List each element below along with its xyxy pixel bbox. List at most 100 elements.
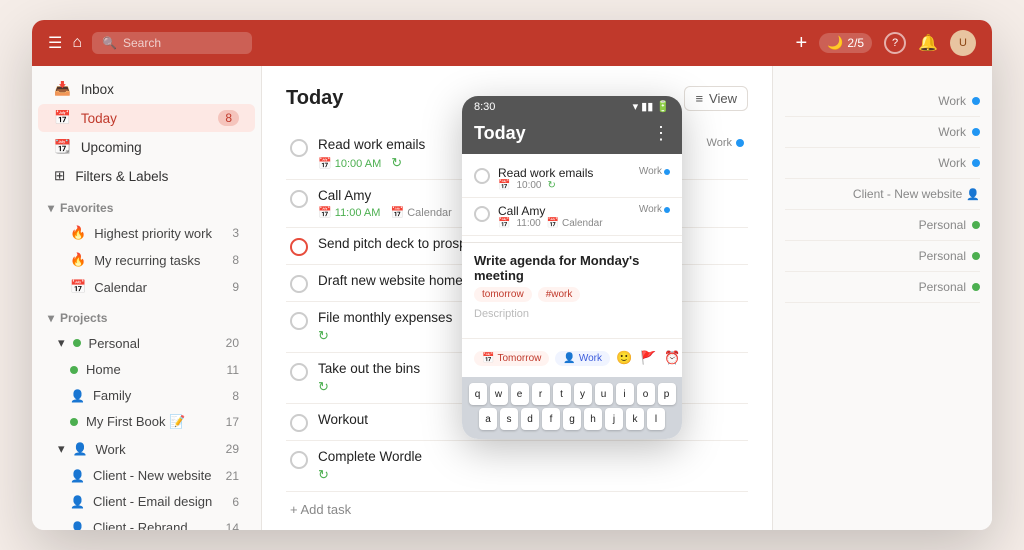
projects-header[interactable]: ▾ Projects xyxy=(32,301,261,329)
add-icon[interactable]: + xyxy=(796,32,808,55)
add-task-panel: Write agenda for Monday's meeting tomorr… xyxy=(462,242,682,439)
key-t[interactable]: t xyxy=(553,383,571,405)
focus-badge[interactable]: 🌙 2/5 xyxy=(819,33,872,53)
person-icon-5: 👤 xyxy=(70,521,85,531)
sidebar-item-family[interactable]: 👤 Family 8 xyxy=(38,383,255,408)
sidebar-item-label: Inbox xyxy=(81,82,114,97)
right-dot xyxy=(972,221,980,229)
search-box[interactable]: 🔍 Search xyxy=(92,32,252,54)
chevron-down-icon: ▾ xyxy=(48,201,54,215)
task-checkbox[interactable] xyxy=(290,363,308,381)
footer-work-tag[interactable]: 👤 Work xyxy=(555,351,610,366)
task-checkbox[interactable] xyxy=(290,414,308,432)
sidebar-item-upcoming[interactable]: 📆 Upcoming xyxy=(38,133,255,161)
sidebar-item-client-rebrand[interactable]: 👤 Client - Rebrand 14 xyxy=(38,515,255,530)
task-checkbox[interactable] xyxy=(290,312,308,330)
table-row: Complete Wordle ↻ xyxy=(286,441,748,492)
sidebar-item-recurring[interactable]: 🔥 My recurring tasks 8 xyxy=(38,247,255,273)
key-a[interactable]: a xyxy=(479,408,497,430)
view-button[interactable]: ≡ View xyxy=(684,86,748,111)
personal-dot xyxy=(73,339,81,347)
sidebar: 📥 Inbox 📅 Today 8 📆 Upcoming ⊞ Filters &… xyxy=(32,66,262,530)
key-r[interactable]: r xyxy=(532,383,550,405)
key-f[interactable]: f xyxy=(542,408,560,430)
inbox-icon: 📥 xyxy=(54,81,71,97)
sidebar-item-first-book[interactable]: My First Book 📝 17 xyxy=(38,409,255,435)
page-title: Today xyxy=(286,87,343,110)
task-checkbox[interactable] xyxy=(290,451,308,469)
key-s[interactable]: s xyxy=(500,408,518,430)
calendar-tag: 📅 Calendar xyxy=(390,206,451,219)
key-i[interactable]: i xyxy=(616,383,634,405)
sidebar-item-highest-priority[interactable]: 🔥 Highest priority work 3 xyxy=(38,220,255,246)
key-o[interactable]: o xyxy=(637,383,655,405)
mobile-overlay: 8:30 ▾ ▮▮ 🔋 ⋮ Today Read work emails 📅 xyxy=(462,96,682,439)
person-icon-6: 👤 xyxy=(563,353,575,364)
key-h[interactable]: h xyxy=(584,408,602,430)
right-dot xyxy=(972,283,980,291)
right-dot xyxy=(972,128,980,136)
bell-icon[interactable]: 🔔 xyxy=(918,33,938,53)
list-item: Read work emails 📅 10:00 ↻ Work xyxy=(462,160,682,198)
key-j[interactable]: j xyxy=(605,408,623,430)
menu-icon[interactable]: ☰ xyxy=(48,33,62,53)
mobile-task-meta: 📅 10:00 ↻ xyxy=(498,180,631,191)
tag-dot xyxy=(736,139,744,147)
favorites-header[interactable]: ▾ Favorites xyxy=(32,191,261,219)
today-icon: 📅 xyxy=(54,110,71,126)
home-icon[interactable]: ⌂ xyxy=(72,34,82,52)
task-checkbox[interactable] xyxy=(290,238,308,256)
key-u[interactable]: u xyxy=(595,383,613,405)
sidebar-item-label: Filters & Labels xyxy=(75,169,168,184)
mobile-menu-icon[interactable]: ⋮ xyxy=(652,123,670,144)
mobile-checkbox[interactable] xyxy=(474,206,490,222)
topbar-left: ☰ ⌂ 🔍 Search xyxy=(48,32,252,54)
list-item: Call Amy 📅 11:00 📅 Calendar Work xyxy=(462,198,682,236)
add-task-button[interactable]: + Add task xyxy=(286,492,748,527)
sidebar-item-label: Today xyxy=(81,111,117,126)
sidebar-item-inbox[interactable]: 📥 Inbox xyxy=(38,75,255,103)
list-item: Personal xyxy=(785,241,980,272)
sidebar-item-calendar[interactable]: 📅 Calendar 9 xyxy=(38,274,255,300)
key-w[interactable]: w xyxy=(490,383,508,405)
key-p[interactable]: p xyxy=(658,383,676,405)
home-dot xyxy=(70,366,78,374)
mobile-task-list: Read work emails 📅 10:00 ↻ Work xyxy=(462,154,682,242)
right-dot xyxy=(972,159,980,167)
sidebar-item-home[interactable]: Home 11 xyxy=(38,357,255,382)
tomorrow-tag: tomorrow xyxy=(474,287,532,302)
sidebar-item-personal[interactable]: ▾ Personal 20 xyxy=(38,330,255,356)
keyboard-row-1: q w e r t y u i o p xyxy=(466,383,678,405)
clock-icon[interactable]: ⏰ xyxy=(664,350,680,366)
emoji-icon[interactable]: 🙂 xyxy=(616,350,632,366)
sidebar-item-client-new-website[interactable]: 👤 Client - New website 21 xyxy=(38,463,255,488)
key-d[interactable]: d xyxy=(521,408,539,430)
work-hashtag: #work xyxy=(538,287,581,302)
sidebar-item-today[interactable]: 📅 Today 8 xyxy=(38,104,255,132)
task-checkbox[interactable] xyxy=(290,275,308,293)
sidebar-item-client-email[interactable]: 👤 Client - Email design 6 xyxy=(38,489,255,514)
person-icon-3: 👤 xyxy=(70,469,85,483)
key-y[interactable]: y xyxy=(574,383,592,405)
key-k[interactable]: k xyxy=(626,408,644,430)
task-checkbox[interactable] xyxy=(290,190,308,208)
search-label: Search xyxy=(123,36,161,50)
fire-icon: 🔥 xyxy=(70,225,86,241)
flag-icon[interactable]: 🚩 xyxy=(640,350,656,366)
sidebar-item-work[interactable]: ▾ 👤 Work 29 xyxy=(38,436,255,462)
task-name: Complete Wordle xyxy=(318,449,744,464)
topbar-right: + 🌙 2/5 ? 🔔 U xyxy=(796,30,976,56)
key-g[interactable]: g xyxy=(563,408,581,430)
mobile-checkbox[interactable] xyxy=(474,168,490,184)
avatar[interactable]: U xyxy=(950,30,976,56)
help-icon[interactable]: ? xyxy=(884,32,906,54)
task-checkbox[interactable] xyxy=(290,139,308,157)
key-q[interactable]: q xyxy=(469,383,487,405)
cal-label: 📅 Calendar xyxy=(547,218,603,229)
person-icon: 👤 xyxy=(70,389,85,403)
key-e[interactable]: e xyxy=(511,383,529,405)
sidebar-item-filters[interactable]: ⊞ Filters & Labels xyxy=(38,162,255,190)
key-l[interactable]: l xyxy=(647,408,665,430)
footer-tomorrow-tag[interactable]: 📅 Tomorrow xyxy=(474,351,549,366)
main-layout: 📥 Inbox 📅 Today 8 📆 Upcoming ⊞ Filters &… xyxy=(32,66,992,530)
